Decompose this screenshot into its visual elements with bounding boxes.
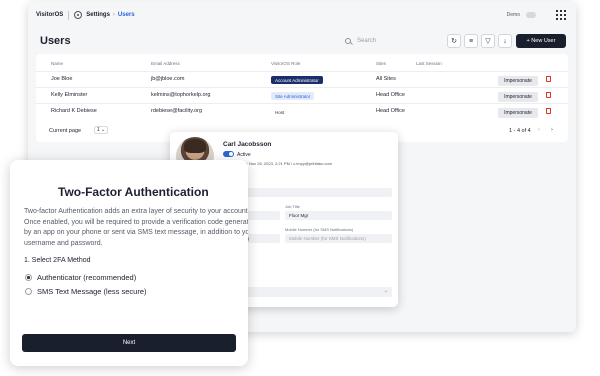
demo-toggle[interactable] xyxy=(526,12,536,18)
trash-icon[interactable] xyxy=(546,76,551,82)
job-title-label: Job Title xyxy=(285,204,300,209)
user-email: kelmins@tophorkelp.org xyxy=(151,92,211,98)
tfa-description: Two-factor Authentication adds an extra … xyxy=(24,208,248,247)
columns-button[interactable]: ≡ xyxy=(464,34,478,48)
demo-toggle-group[interactable]: Demo xyxy=(507,12,536,18)
new-user-button[interactable]: + New User xyxy=(516,34,566,48)
next-page-icon[interactable]: › xyxy=(551,127,553,133)
table-row[interactable]: Richard K Debiese rdebiese@facility.org … xyxy=(36,103,568,118)
next-button[interactable]: Next xyxy=(22,334,236,352)
column-header-email[interactable]: Email Address xyxy=(151,61,180,66)
top-bar: VisitorOS Settings › Users xyxy=(28,2,576,28)
gear-icon xyxy=(74,11,83,19)
user-email: rdebiese@facility.org xyxy=(151,108,203,114)
refresh-button[interactable]: ↻ xyxy=(447,34,461,48)
demo-label: Demo xyxy=(506,12,520,18)
divider xyxy=(68,10,70,20)
page-title: Users xyxy=(40,35,71,47)
download-icon: ↓ xyxy=(503,37,507,45)
user-name: Joe Bloe xyxy=(51,76,73,82)
breadcrumb-users[interactable]: Users xyxy=(118,12,135,18)
chevron-right-icon: › xyxy=(112,12,115,18)
impersonate-button[interactable]: Impersonate xyxy=(498,92,538,102)
filter-icon: ▽ xyxy=(485,38,491,45)
user-sites: Head Office xyxy=(376,108,405,114)
mobile-field[interactable]: Mobile Number (for SMS Notifications) xyxy=(285,234,392,243)
prev-page-icon[interactable]: ‹ xyxy=(538,127,540,133)
current-page-label: Current page xyxy=(49,128,82,134)
refresh-icon: ↻ xyxy=(451,38,457,45)
role-badge: Host xyxy=(275,109,285,115)
two-factor-card: Two-Factor Authentication Two-factor Aut… xyxy=(10,160,248,366)
search-icon xyxy=(345,38,351,44)
apps-grid-icon[interactable] xyxy=(556,10,566,20)
columns-icon: ≡ xyxy=(468,37,474,45)
brand-name: VisitorOS xyxy=(36,12,64,18)
download-button[interactable]: ↓ xyxy=(498,34,512,48)
column-header-role[interactable]: VisitorOS Role xyxy=(271,61,300,66)
user-name: Kelly Elminster xyxy=(51,92,88,98)
breadcrumb-settings[interactable]: Settings xyxy=(86,12,110,18)
column-header-name[interactable]: Name xyxy=(51,61,63,66)
column-header-last-session[interactable]: Last Session xyxy=(416,61,442,66)
filter-button[interactable]: ▽ xyxy=(481,34,495,48)
search-input[interactable]: Search xyxy=(345,34,459,48)
authenticator-option-label[interactable]: Authenticator (recommended) xyxy=(37,273,136,282)
user-sites: All Sites xyxy=(376,76,396,82)
role-badge: Account Administrator xyxy=(271,76,323,84)
job-title-field[interactable]: Floor Mgr xyxy=(285,211,392,220)
table-row[interactable]: Kelly Elminster kelmins@tophorkelp.org S… xyxy=(36,87,568,102)
tfa-select-label: 1. Select 2FA Method xyxy=(24,257,91,264)
users-table: Name Email Address VisitorOS Role Sites … xyxy=(36,54,568,142)
page-range: 1 - 4 of 4 xyxy=(509,128,531,134)
user-sites: Head Office xyxy=(376,92,405,98)
sms-option-label[interactable]: SMS Text Message (less secure) xyxy=(37,287,146,296)
sms-radio[interactable] xyxy=(25,288,32,295)
detail-user-name: Carl Jacobsson xyxy=(223,141,272,148)
active-label: Active xyxy=(237,151,251,158)
impersonate-button[interactable]: Impersonate xyxy=(498,76,538,86)
tfa-title: Two-Factor Authentication xyxy=(58,185,209,199)
trash-icon[interactable] xyxy=(546,92,551,98)
user-email: jb@jbloe.com xyxy=(151,76,185,82)
active-toggle[interactable] xyxy=(223,151,234,157)
search-placeholder: Search xyxy=(357,38,377,44)
impersonate-button[interactable]: Impersonate xyxy=(498,108,538,118)
mobile-label: Mobile Number (for SMS Notifications) xyxy=(285,227,354,232)
table-row[interactable]: Joe Bloe jb@jbloe.com Account Administra… xyxy=(36,71,568,86)
chevron-down-icon: ⌄ xyxy=(383,288,388,294)
authenticator-radio[interactable] xyxy=(25,274,32,281)
column-header-sites[interactable]: Sites xyxy=(376,61,386,66)
current-page-value: 1 xyxy=(96,127,100,133)
current-page-select[interactable]: 1 ⌄ xyxy=(94,126,108,134)
trash-icon[interactable] xyxy=(546,108,551,114)
role-badge: Site Administrator xyxy=(271,92,315,100)
user-name: Richard K Debiese xyxy=(51,108,97,114)
